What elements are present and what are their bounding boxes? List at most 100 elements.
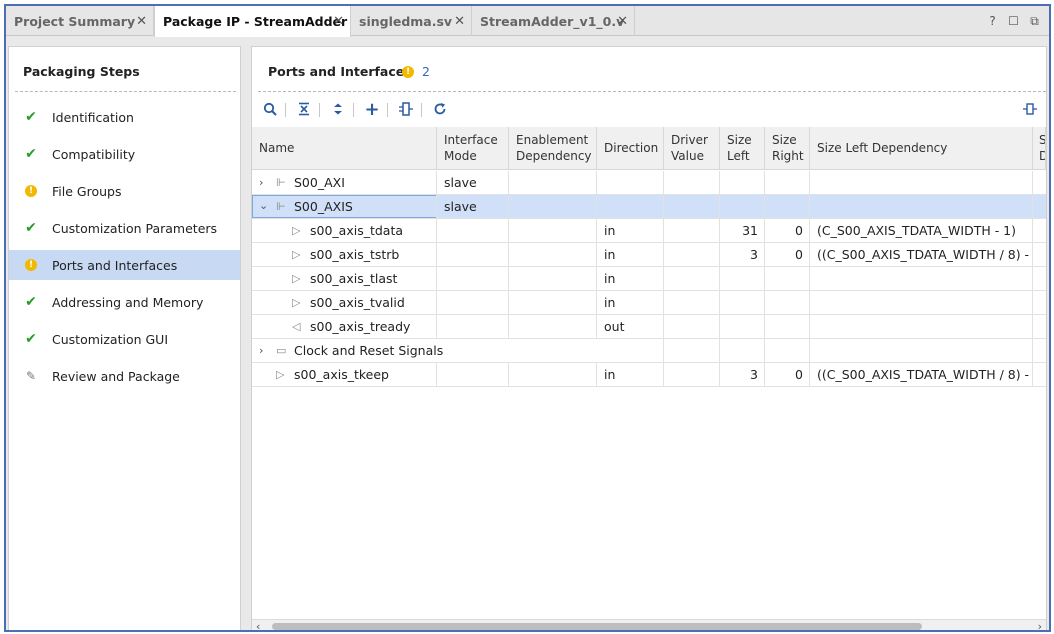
size-right-cell [765, 339, 810, 362]
mode-cell [437, 219, 509, 242]
tab-streamadder-v[interactable]: StreamAdder_v1_0.v ✕ [472, 6, 635, 36]
table-row[interactable]: ▷ s00_axis_tlast in [252, 267, 1046, 291]
close-icon[interactable]: ✕ [617, 14, 628, 29]
close-icon[interactable]: ✕ [454, 14, 465, 29]
table-row[interactable]: ◁ s00_axis_tready out [252, 315, 1046, 339]
col-header-size-left-dependency[interactable]: Size Left Dependency [810, 127, 1033, 170]
step-label: Review and Package [52, 368, 180, 384]
mode-cell: slave [437, 195, 509, 218]
col-header-size-right[interactable]: Size Right [765, 127, 810, 170]
table-row[interactable]: ▷ s00_axis_tstrb in 3 0 ((C_S00_AXIS_TDA… [252, 243, 1046, 267]
panel-title: Ports and Interfaces [268, 64, 412, 79]
col-header-size-left[interactable]: Size Left [720, 127, 765, 170]
step-compatibility[interactable]: ✔ Compatibility [9, 139, 240, 169]
dependency-cell [810, 267, 1033, 290]
help-icon[interactable]: ? [986, 14, 999, 29]
size-left-cell [720, 267, 765, 290]
step-customization-parameters[interactable]: ✔ Customization Parameters [9, 213, 240, 243]
input-port-icon: ▷ [292, 248, 301, 261]
table-row[interactable]: ▷ s00_axis_tkeep in 3 0 ((C_S00_AXIS_TDA… [252, 363, 1046, 387]
driver-cell [664, 171, 720, 194]
step-identification[interactable]: ✔ Identification [9, 102, 240, 132]
name-cell: › ⊩ S00_AXI [252, 171, 437, 194]
size-right-cell [765, 267, 810, 290]
name-cell: ▷ s00_axis_tkeep [252, 363, 437, 386]
toolbar-separator [285, 103, 286, 117]
dependency-cell [810, 339, 1033, 362]
chevron-right-icon[interactable]: › [259, 176, 263, 189]
input-port-icon: ▷ [292, 224, 301, 237]
driver-cell [664, 315, 720, 338]
col-header-truncated[interactable]: SD [1033, 127, 1046, 170]
col-header-driver-value[interactable]: Driver Value [664, 127, 720, 170]
enable-cell [509, 243, 597, 266]
size-left-cell [720, 171, 765, 194]
tab-bar: Project Summary ✕ Package IP - StreamAdd… [6, 6, 1049, 37]
scrollbar-thumb[interactable] [272, 623, 922, 630]
col-header-direction[interactable]: Direction [597, 127, 664, 170]
step-review-and-package[interactable]: ✎ Review and Package [9, 361, 240, 391]
port-settings-icon[interactable] [1020, 99, 1040, 119]
driver-cell [664, 243, 720, 266]
direction-cell [597, 171, 664, 194]
tab-package-ip[interactable]: Package IP - StreamAdder ✕ [154, 6, 351, 37]
check-icon: ✔ [25, 146, 37, 162]
restore-icon[interactable]: ⧉ [1028, 14, 1041, 29]
enable-cell [509, 363, 597, 386]
toolbar: + [252, 95, 1046, 123]
add-icon[interactable]: + [362, 99, 382, 120]
interface-icon[interactable] [396, 99, 416, 119]
step-customization-gui[interactable]: ✔ Customization GUI [9, 324, 240, 354]
dependency-cell [810, 171, 1033, 194]
tab-singledma[interactable]: singledma.sv ✕ [351, 6, 472, 36]
step-ports-and-interfaces[interactable]: ! Ports and Interfaces [9, 250, 240, 280]
col-header-name[interactable]: Name [252, 127, 437, 170]
warning-icon: ! [23, 183, 39, 199]
panel-title: Packaging Steps [23, 64, 140, 79]
dependency-cell [810, 315, 1033, 338]
close-icon[interactable]: ✕ [136, 14, 147, 29]
expand-all-icon[interactable] [328, 99, 348, 119]
folder-icon: ▭ [276, 344, 287, 357]
size-left-cell [720, 315, 765, 338]
close-icon[interactable]: ✕ [333, 14, 344, 29]
warning-icon[interactable]: ! [402, 66, 414, 78]
col-header-interface-mode[interactable]: Interface Mode [437, 127, 509, 170]
step-label: Addressing and Memory [52, 294, 204, 310]
direction-cell: in [597, 267, 664, 290]
table-row[interactable]: › ⊩ S00_AXI slave [252, 171, 1046, 195]
divider [15, 91, 236, 92]
table-row[interactable]: ▷ s00_axis_tdata in 31 0 (C_S00_AXIS_TDA… [252, 219, 1046, 243]
step-addressing-and-memory[interactable]: ✔ Addressing and Memory [9, 287, 240, 317]
direction-cell: in [597, 291, 664, 314]
input-port-icon: ▷ [276, 368, 285, 381]
port-name: S00_AXIS [294, 199, 353, 214]
search-icon[interactable] [260, 99, 280, 119]
collapse-all-icon[interactable] [294, 99, 314, 119]
toolbar-separator [387, 103, 388, 117]
size-left-cell: 3 [720, 363, 765, 386]
col-header-enablement-dependency[interactable]: Enablement Dependency [509, 127, 597, 170]
divider [258, 91, 1046, 92]
tab-project-summary[interactable]: Project Summary ✕ [6, 6, 154, 36]
maximize-icon[interactable]: ☐ [1007, 14, 1020, 29]
step-label: Ports and Interfaces [52, 257, 178, 273]
table-row[interactable]: › ▭ Clock and Reset Signals [252, 339, 1046, 363]
step-file-groups[interactable]: ! File Groups [9, 176, 240, 206]
input-port-icon: ▷ [292, 296, 301, 309]
enable-cell [509, 171, 597, 194]
size-right-cell: 0 [765, 219, 810, 242]
scroll-left-icon[interactable]: ‹ [256, 620, 260, 630]
warning-count[interactable]: 2 [422, 64, 430, 79]
chevron-down-icon[interactable]: ⌄ [259, 199, 268, 212]
mode-cell [437, 291, 509, 314]
scroll-right-icon[interactable]: › [1038, 620, 1042, 630]
chevron-right-icon[interactable]: › [259, 344, 263, 357]
interface-icon: ⊩ [276, 200, 286, 213]
check-icon: ✔ [25, 220, 37, 236]
table-row[interactable]: ▷ s00_axis_tvalid in [252, 291, 1046, 315]
table-row-selected[interactable]: ⌄ ⊩ S00_AXIS slave [252, 195, 1046, 219]
edit-icon: ✎ [25, 369, 37, 383]
horizontal-scrollbar[interactable]: ‹ › [252, 619, 1046, 630]
refresh-icon[interactable] [430, 99, 450, 119]
